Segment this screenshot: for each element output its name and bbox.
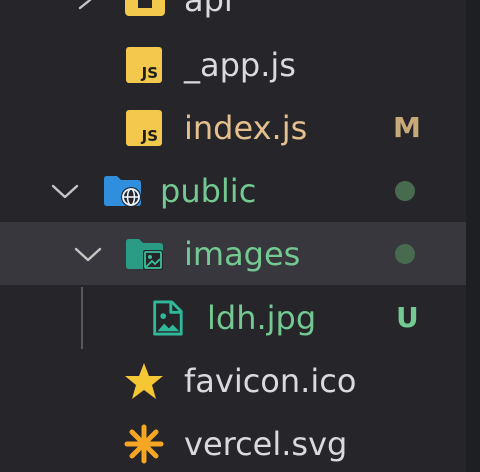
git-status-dot xyxy=(395,180,415,201)
vercel-asterisk-icon xyxy=(124,424,164,463)
api-folder-icon xyxy=(125,0,165,16)
images-folder-icon xyxy=(126,238,163,270)
star-icon xyxy=(125,362,163,399)
tree-item-images[interactable]: images xyxy=(0,222,466,285)
tree-item-index-js[interactable]: JS index.js M xyxy=(0,96,466,159)
tree-item-api[interactable]: api xyxy=(0,0,466,31)
tree-item-label: api xyxy=(184,0,233,20)
chevron-down-icon[interactable] xyxy=(50,181,80,201)
git-status-dot xyxy=(395,243,415,264)
tree-item-label: index.js xyxy=(184,108,308,147)
tree-item-label: images xyxy=(184,234,301,273)
file-explorer: api JS _app.js JS index.js M public xyxy=(0,0,466,472)
tree-item-label: _app.js xyxy=(184,45,296,84)
chevron-down-icon[interactable] xyxy=(73,244,103,264)
scrollbar-gutter[interactable] xyxy=(466,0,480,472)
tree-item-ldh-jpg[interactable]: ldh.jpg U xyxy=(0,286,466,349)
tree-item-label: ldh.jpg xyxy=(207,298,317,337)
public-folder-icon xyxy=(104,175,141,207)
tree-item-vercel[interactable]: vercel.svg xyxy=(0,412,466,472)
tree-item-favicon[interactable]: favicon.ico xyxy=(0,349,466,412)
tree-item-label: public xyxy=(160,171,257,210)
chevron-right-icon[interactable] xyxy=(70,0,100,10)
tree-item-public[interactable]: public xyxy=(0,159,466,222)
js-file-icon: JS xyxy=(126,46,162,83)
tree-item-label: vercel.svg xyxy=(184,424,348,463)
image-file-icon xyxy=(153,299,183,336)
git-status-untracked: U xyxy=(396,300,419,334)
tree-item-app-js[interactable]: JS _app.js xyxy=(0,33,466,96)
tree-item-label: favicon.ico xyxy=(184,361,357,400)
js-file-icon: JS xyxy=(126,109,162,146)
git-status-modified: M xyxy=(393,110,421,144)
